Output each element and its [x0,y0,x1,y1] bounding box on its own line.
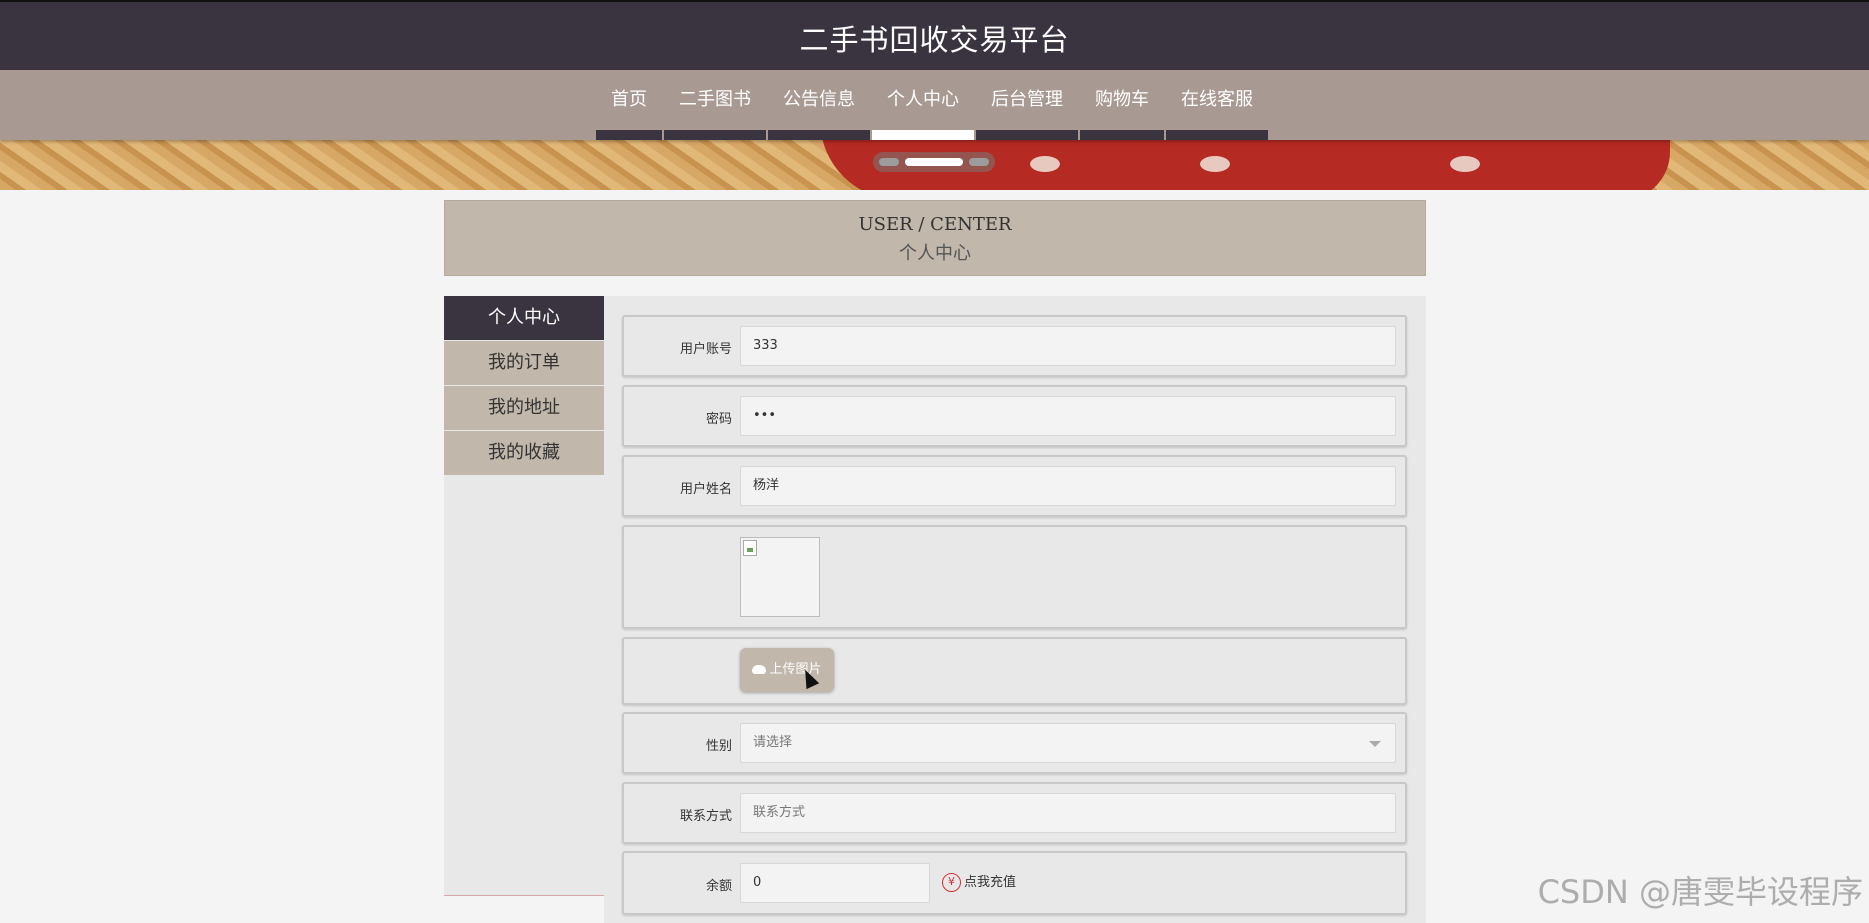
account-label: 用户账号 [679,342,732,357]
sidebar: 个人中心 我的订单 我的地址 我的收藏 [444,296,604,896]
recharge-label: 点我充值 [964,875,1017,890]
banner-carousel [0,140,1869,190]
form-row-name: 用户姓名 杨洋 [622,455,1407,517]
section-header: USER / CENTER 个人中心 [444,200,1426,276]
title-bar: 二手书回收交易平台 [0,0,1869,70]
carousel-dot-active[interactable] [905,158,963,166]
account-input[interactable]: 333 [740,326,1396,366]
sidebar-item-personal-center[interactable]: 个人中心 [444,296,604,340]
carousel-indicators [873,152,995,172]
form-row-contact: 联系方式 联系方式 [622,782,1407,844]
avatar-preview [740,537,820,617]
gender-label: 性别 [705,739,732,754]
form-row-gender: 性别 请选择 [622,712,1407,774]
nav-menu: 首页 二手图书 公告信息 个人中心 后台管理 购物车 在线客服 [595,70,1269,140]
upload-image-button[interactable]: 上传图片 [740,648,834,692]
form-row-upload: 上传图片 [622,637,1407,705]
gender-select[interactable]: 请选择 [740,723,1396,763]
nav-item-support[interactable]: 在线客服 [1165,70,1269,140]
nav-bar: 首页 二手图书 公告信息 个人中心 后台管理 购物车 在线客服 [0,70,1869,140]
contact-label: 联系方式 [679,809,732,824]
balance-label: 余额 [705,879,732,894]
section-header-en: USER / CENTER [858,214,1012,235]
password-input[interactable]: ••• [740,396,1396,436]
cloud-upload-icon [752,665,767,674]
recharge-link[interactable]: ¥ 点我充值 [942,871,1016,892]
nav-item-announcements[interactable]: 公告信息 [767,70,871,140]
watermark: CSDN @唐雯毕设程序 [1537,873,1863,911]
broken-image-icon [743,540,757,556]
section-header-cn: 个人中心 [899,243,971,264]
name-label: 用户姓名 [679,482,732,497]
nav-item-cart[interactable]: 购物车 [1079,70,1165,140]
site-title: 二手书回收交易平台 [799,23,1070,57]
carousel-dot[interactable] [879,158,899,166]
form-row-password: 密码 ••• [622,385,1407,447]
balance-input[interactable]: 0 [740,863,930,903]
form-row-avatar [622,525,1407,629]
gender-select-placeholder: 请选择 [753,735,793,750]
chevron-down-icon [1369,741,1381,747]
yen-icon: ¥ [942,873,961,892]
form-row-balance: 余额 0 ¥ 点我充值 [622,851,1407,915]
nav-item-used-books[interactable]: 二手图书 [663,70,767,140]
form-row-account: 用户账号 333 [622,315,1407,377]
nav-item-home[interactable]: 首页 [595,70,663,140]
sidebar-item-orders[interactable]: 我的订单 [444,341,604,385]
contact-input[interactable]: 联系方式 [740,793,1396,833]
sidebar-item-favorites[interactable]: 我的收藏 [444,431,604,475]
sidebar-item-addresses[interactable]: 我的地址 [444,386,604,430]
nav-item-personal-center[interactable]: 个人中心 [871,70,975,140]
password-label: 密码 [705,412,732,427]
carousel-dot[interactable] [969,158,989,166]
nav-item-admin[interactable]: 后台管理 [975,70,1079,140]
profile-form: 用户账号 333 密码 ••• 用户姓名 杨洋 上传图片 性别 请选择 联系方式… [604,296,1426,923]
name-input[interactable]: 杨洋 [740,466,1396,506]
